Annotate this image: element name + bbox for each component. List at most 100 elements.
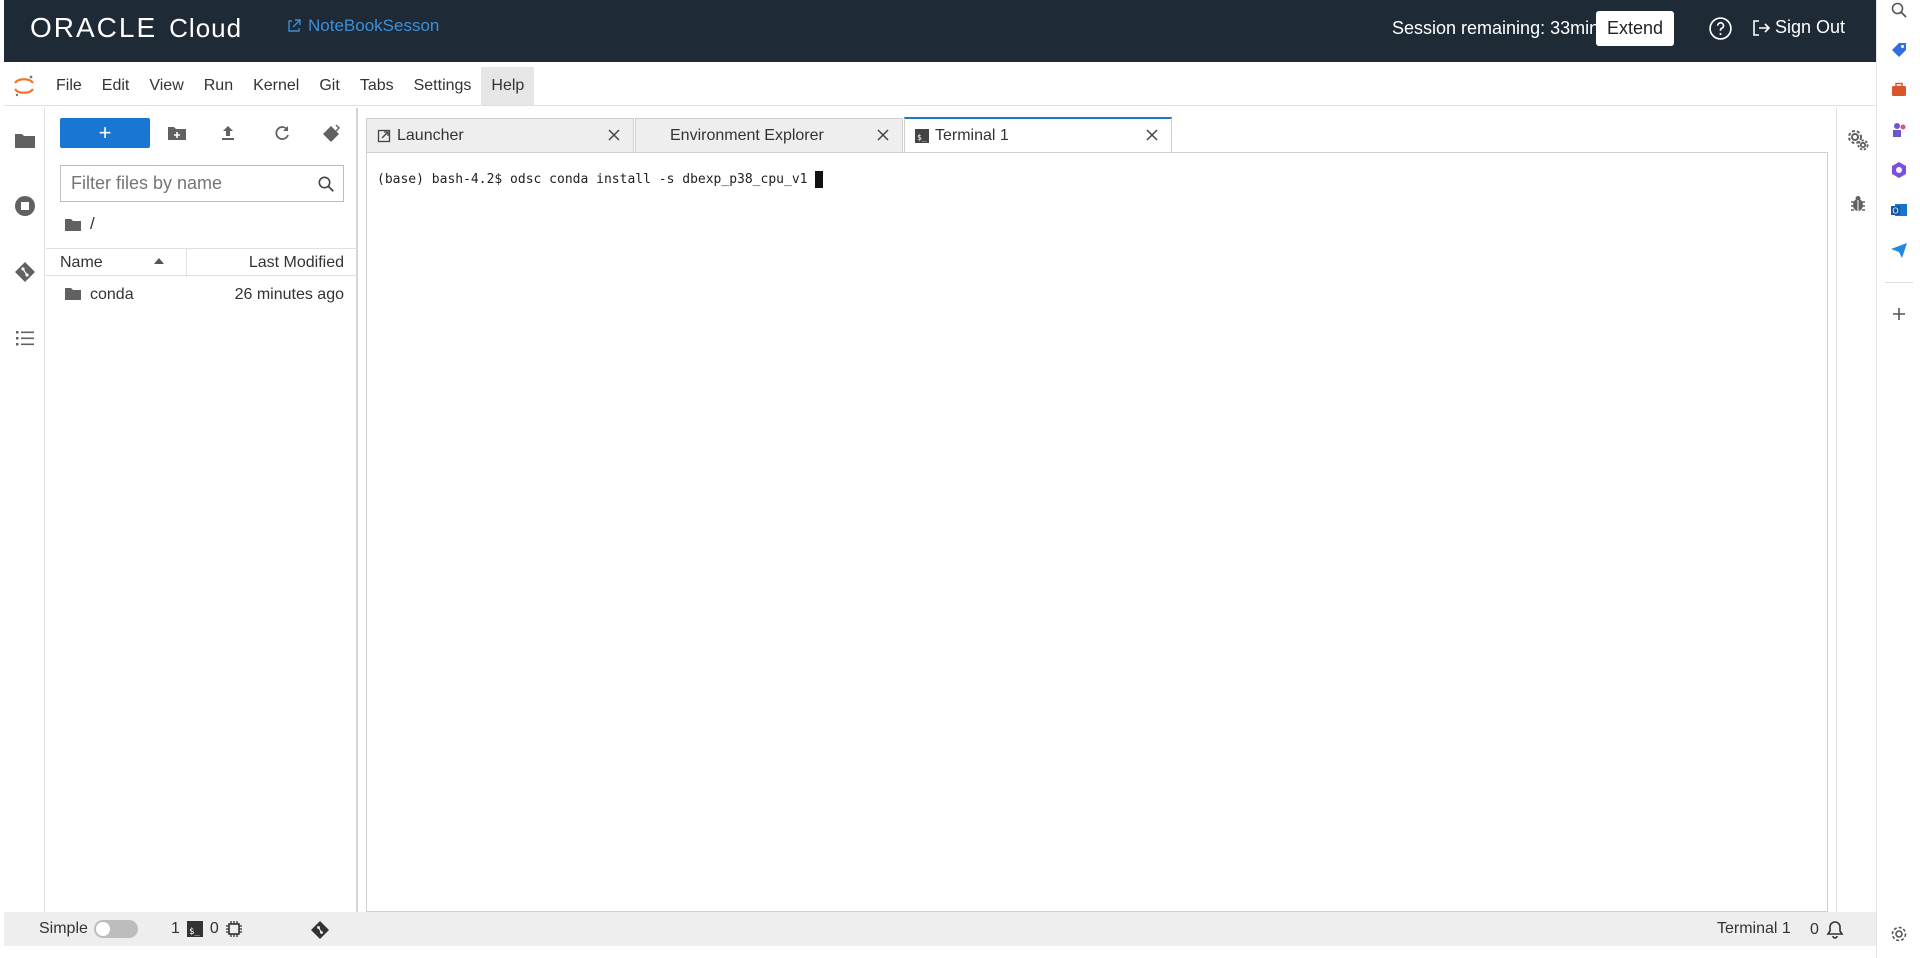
window-bottom-edge bbox=[0, 946, 1876, 958]
terminal-icon: $_ bbox=[186, 921, 203, 937]
session-remaining: Session remaining: 33min bbox=[1392, 18, 1600, 38]
outlook-icon[interactable]: O bbox=[1889, 200, 1909, 220]
tab-environment-explorer-label: Environment Explorer bbox=[670, 126, 824, 144]
jupyter-logo-icon bbox=[14, 75, 34, 96]
right-side-bar bbox=[1836, 108, 1876, 912]
oracle-cloud-logo: ORACLE Cloud bbox=[30, 12, 242, 44]
terminal-cursor bbox=[815, 171, 824, 188]
upload-icon[interactable] bbox=[218, 123, 238, 143]
toggle-knob bbox=[95, 922, 110, 936]
help-icon[interactable] bbox=[1708, 16, 1733, 41]
app-root: ORACLE Cloud NoteBookSesson Session rema… bbox=[0, 0, 1920, 958]
brand-oracle: ORACLE bbox=[30, 12, 158, 43]
column-modified-header[interactable]: Last Modified bbox=[249, 254, 344, 272]
property-inspector-gear-icon[interactable] bbox=[1846, 128, 1870, 152]
search-icon bbox=[318, 176, 334, 192]
new-folder-icon[interactable] bbox=[167, 123, 187, 143]
sign-out-button[interactable]: Sign Out bbox=[1751, 17, 1845, 38]
add-icon[interactable] bbox=[1889, 304, 1909, 324]
bell-icon bbox=[1826, 921, 1844, 939]
left-activity-bar bbox=[4, 108, 45, 912]
sign-out-label: Sign Out bbox=[1775, 17, 1846, 37]
close-icon[interactable] bbox=[607, 128, 621, 142]
file-browser-folder-icon[interactable] bbox=[13, 128, 37, 152]
terminal-command: (base) bash-4.2$ odsc conda install -s d… bbox=[377, 172, 808, 187]
copilot-icon[interactable] bbox=[1889, 160, 1909, 180]
close-icon[interactable] bbox=[876, 128, 890, 142]
chess-icon[interactable] bbox=[1889, 120, 1909, 140]
git-status-icon[interactable] bbox=[310, 920, 330, 940]
debugger-bug-icon[interactable] bbox=[1846, 192, 1870, 216]
kernels-count: 0 bbox=[209, 920, 219, 937]
new-launcher-button[interactable]: + bbox=[60, 118, 150, 148]
simple-mode-switch[interactable] bbox=[93, 920, 138, 938]
extend-button[interactable]: Extend bbox=[1596, 11, 1674, 46]
running-terminals-indicator[interactable]: 1 $_ 0 bbox=[171, 920, 243, 938]
table-of-contents-icon[interactable] bbox=[13, 326, 37, 350]
settings-gear-icon[interactable] bbox=[1889, 924, 1909, 944]
strip-divider bbox=[1885, 282, 1913, 283]
kernel-chip-icon bbox=[225, 921, 242, 937]
svg-text:$_: $_ bbox=[917, 133, 927, 142]
simple-mode-label: Simple bbox=[39, 920, 88, 937]
notebook-session-link[interactable]: NoteBookSesson bbox=[286, 16, 439, 36]
terminal-line: (base) bash-4.2$ odsc conda install -s d… bbox=[377, 171, 824, 188]
menu-help[interactable]: Help bbox=[481, 66, 535, 105]
notifications-indicator[interactable]: 0 bbox=[1810, 920, 1845, 940]
tab-bar: Launcher Environment Explorer $_ Termina… bbox=[366, 114, 1172, 154]
file-list-header: Name Last Modified bbox=[46, 248, 358, 277]
tab-terminal-label: Terminal 1 bbox=[935, 126, 1009, 144]
oracle-top-bar: ORACLE Cloud NoteBookSesson Session rema… bbox=[4, 0, 1876, 62]
git-icon[interactable] bbox=[13, 260, 37, 284]
status-bar: Simple 1 $_ 0 Terminal 1 0 bbox=[4, 912, 1876, 946]
folder-icon bbox=[65, 288, 81, 300]
menu-kernel[interactable]: Kernel bbox=[243, 67, 309, 105]
terminal-icon: $_ bbox=[915, 128, 929, 143]
breadcrumb-root[interactable]: / bbox=[90, 214, 95, 234]
notebook-session-label: NoteBookSesson bbox=[308, 16, 440, 35]
brand-cloud: Cloud bbox=[169, 13, 243, 43]
menu-git[interactable]: Git bbox=[309, 67, 349, 105]
running-sessions-icon[interactable] bbox=[13, 194, 37, 218]
svg-text:$_: $_ bbox=[189, 927, 200, 937]
menu-view[interactable]: View bbox=[139, 67, 193, 105]
menu-run[interactable]: Run bbox=[194, 67, 243, 105]
file-list-item[interactable]: conda 26 minutes ago bbox=[46, 280, 358, 310]
terminals-count: 1 bbox=[171, 920, 180, 937]
tab-terminal-1[interactable]: $_ Terminal 1 bbox=[904, 117, 1172, 152]
external-link-icon bbox=[377, 129, 391, 143]
menu-bar: File Edit View Run Kernel Git Tabs Setti… bbox=[4, 66, 1876, 106]
svg-text:O: O bbox=[1892, 207, 1898, 216]
tab-launcher[interactable]: Launcher bbox=[366, 118, 634, 152]
menu-file[interactable]: File bbox=[46, 67, 92, 105]
file-name: conda bbox=[90, 286, 134, 303]
external-link-icon bbox=[288, 19, 301, 32]
column-divider bbox=[186, 249, 187, 277]
briefcase-icon[interactable] bbox=[1889, 80, 1909, 100]
tab-launcher-label: Launcher bbox=[397, 126, 464, 144]
tag-icon[interactable] bbox=[1889, 40, 1909, 60]
column-name-header[interactable]: Name bbox=[60, 254, 103, 272]
menu-settings[interactable]: Settings bbox=[404, 67, 482, 105]
terminal-panel[interactable]: (base) bash-4.2$ odsc conda install -s d… bbox=[366, 152, 1828, 912]
file-modified: 26 minutes ago bbox=[234, 286, 344, 303]
menu-edit[interactable]: Edit bbox=[92, 67, 140, 105]
refresh-icon[interactable] bbox=[272, 123, 292, 143]
file-browser-panel: + / Name Last Modified conda 26 minutes … bbox=[46, 108, 358, 912]
active-document-label: Terminal 1 bbox=[1717, 920, 1791, 937]
tab-environment-explorer[interactable]: Environment Explorer bbox=[635, 118, 903, 152]
home-folder-icon[interactable] bbox=[64, 217, 82, 232]
filter-files-input[interactable] bbox=[61, 166, 301, 201]
notifications-count: 0 bbox=[1810, 921, 1819, 938]
close-icon[interactable] bbox=[1145, 128, 1159, 142]
git-clone-icon[interactable] bbox=[322, 123, 342, 143]
menu-tabs[interactable]: Tabs bbox=[350, 67, 404, 105]
main-dock-area: Launcher Environment Explorer $_ Termina… bbox=[360, 108, 1836, 912]
sort-ascending-icon bbox=[154, 258, 164, 264]
file-filter-box bbox=[60, 165, 344, 202]
send-icon[interactable] bbox=[1889, 240, 1909, 260]
search-icon[interactable] bbox=[1889, 0, 1909, 20]
sign-out-icon bbox=[1753, 19, 1771, 36]
breadcrumb: / bbox=[64, 214, 95, 234]
simple-mode-toggle[interactable]: Simple bbox=[39, 920, 138, 938]
